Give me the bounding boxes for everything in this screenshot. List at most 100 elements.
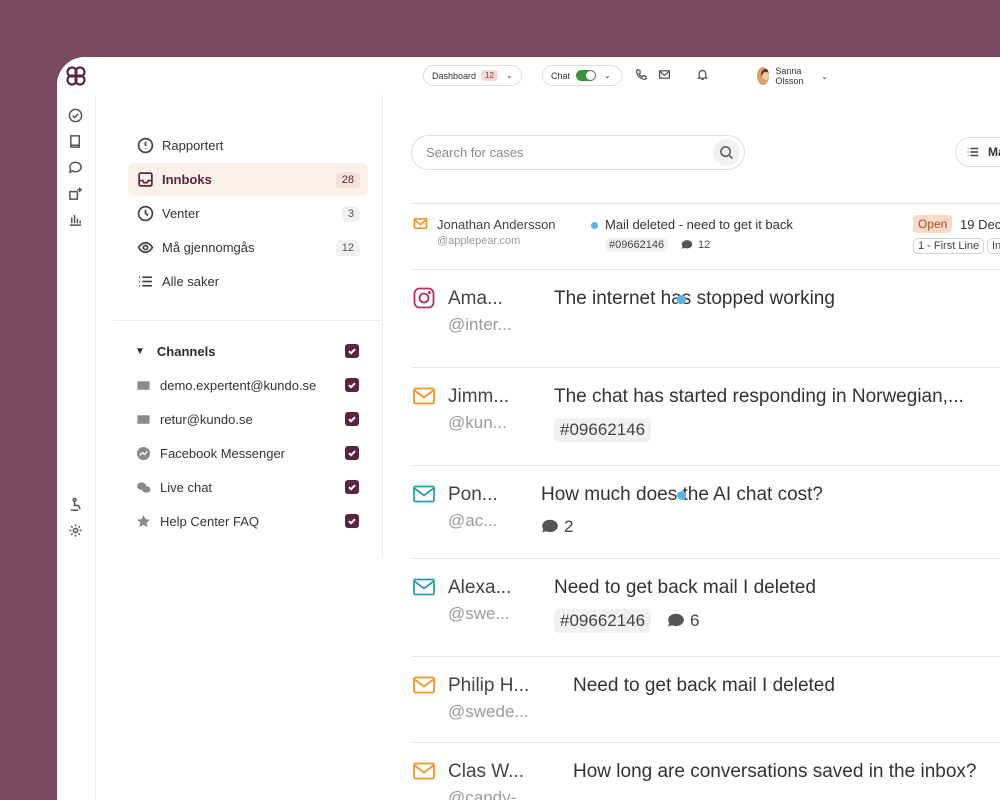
channel-checkbox[interactable] xyxy=(345,480,359,494)
instagram-icon xyxy=(412,286,436,315)
search-placeholder: Search for cases xyxy=(426,145,524,160)
channel-label: demo.expertent@kundo.se xyxy=(160,377,317,393)
count-badge: 3 xyxy=(341,205,360,222)
logo-icon[interactable] xyxy=(64,64,88,88)
list-icon xyxy=(136,273,154,291)
view-mode-button[interactable]: Ma xyxy=(955,137,1000,167)
table-row[interactable]: Philip H... @swede... Need to get back m… xyxy=(411,656,1000,742)
chevron-down-icon: ⌄ xyxy=(821,71,828,81)
contact-handle: @inter... xyxy=(448,315,512,334)
comment-count-value: 12 xyxy=(698,239,711,251)
channels-header[interactable]: ▼ Channels xyxy=(135,341,365,361)
app-window: Dashboard 12 ⌄ Chat ⌄ Sanna Olsson ⌄ Rap… xyxy=(57,57,1000,800)
contact-name: Clas W... xyxy=(448,761,525,782)
comment-icon xyxy=(542,519,558,533)
status-badge: Open xyxy=(913,215,953,233)
unread-dot xyxy=(677,491,686,500)
table-row[interactable]: Clas W... @candy-... How long are conver… xyxy=(411,742,1000,800)
channel-label: Help Center FAQ xyxy=(160,513,259,529)
bell-icon[interactable] xyxy=(696,68,710,82)
sidebar-item-label: Rapportert xyxy=(162,138,224,153)
channel-label: Facebook Messenger xyxy=(160,445,286,461)
chat-label: Chat xyxy=(551,70,571,81)
user-name: Sanna Olsson xyxy=(775,66,804,86)
case-subject: Mail deleted - need to get it back xyxy=(605,217,793,232)
comment-count-value: 6 xyxy=(690,611,700,630)
accessibility-icon[interactable] xyxy=(67,496,83,512)
contact-handle: @ac... xyxy=(448,511,498,530)
case-tag: #09662146 xyxy=(554,418,652,442)
queue-tag: 1 - First Line xyxy=(913,238,985,254)
left-rail xyxy=(57,57,95,800)
channels-label: Channels xyxy=(156,343,216,359)
channels-select-all-checkbox[interactable] xyxy=(345,344,359,358)
case-subject: Need to get back mail I deleted xyxy=(554,577,816,598)
table-row[interactable]: Pon... @ac... How much does the AI chat … xyxy=(411,465,1000,558)
add-widget-icon[interactable] xyxy=(67,185,83,201)
list-icon xyxy=(967,147,979,157)
dashboard-dropdown[interactable]: Dashboard 12 ⌄ xyxy=(423,65,522,86)
divider xyxy=(95,95,96,800)
sidebar-item-label: Venter xyxy=(162,206,200,221)
sidebar-item-venter[interactable]: Venter 3 xyxy=(128,197,368,230)
avatar xyxy=(757,67,770,85)
gear-icon[interactable] xyxy=(67,522,83,538)
queue-tag: In xyxy=(987,238,1000,254)
contact-name: Pon... xyxy=(448,484,498,505)
messenger-icon xyxy=(135,445,151,461)
case-subject: How long are conversations saved in the … xyxy=(573,761,977,782)
mail-icon[interactable] xyxy=(658,68,672,82)
comment-count: 12 xyxy=(681,239,710,251)
user-menu[interactable]: Sanna Olsson ⌄ xyxy=(757,66,828,86)
contact-handle: @applepear.com xyxy=(437,235,521,247)
table-row[interactable]: Alexa... @swe... Need to get back mail I… xyxy=(411,558,1000,656)
mail-icon xyxy=(412,384,436,413)
channel-item[interactable]: Help Center FAQ xyxy=(135,511,365,531)
chat-bubble-icon[interactable] xyxy=(67,159,83,175)
eye-icon xyxy=(136,239,154,257)
top-bar: Dashboard 12 ⌄ Chat ⌄ Sanna Olsson ⌄ xyxy=(95,57,828,95)
divider xyxy=(113,320,383,321)
table-row[interactable]: Jimm... @kun... The chat has started res… xyxy=(411,367,1000,465)
mail-icon xyxy=(413,216,428,236)
chat-toggle-switch[interactable] xyxy=(576,70,597,81)
sidebar-item-ma-gjennomgas[interactable]: Må gjennomgås 12 xyxy=(128,231,368,264)
channel-checkbox[interactable] xyxy=(345,378,359,392)
count-badge: 12 xyxy=(335,239,360,256)
channel-item[interactable]: demo.expertent@kundo.se xyxy=(135,375,365,395)
chat-toggle-control[interactable]: Chat ⌄ xyxy=(542,65,622,86)
case-subject: The chat has started responding in Norwe… xyxy=(554,386,964,407)
bar-chart-icon[interactable] xyxy=(67,211,83,227)
channel-label: retur@kundo.se xyxy=(160,411,253,427)
table-row[interactable]: Jonathan Andersson @applepear.com Mail d… xyxy=(411,203,1000,269)
check-circle-icon[interactable] xyxy=(67,107,83,123)
channel-checkbox[interactable] xyxy=(345,514,359,528)
contact-handle: @swede... xyxy=(448,702,529,721)
case-subject: Need to get back mail I deleted xyxy=(573,675,835,696)
phone-icon[interactable] xyxy=(635,68,649,82)
view-mode-label: Ma xyxy=(988,145,1000,159)
contact-handle: @candy-... xyxy=(448,788,531,800)
table-row[interactable]: Ama... @inter... The internet has stoppe… xyxy=(411,269,1000,367)
channel-item[interactable]: Facebook Messenger xyxy=(135,443,365,463)
comment-icon xyxy=(681,240,693,249)
channel-item[interactable]: Live chat xyxy=(135,477,365,497)
case-subject: The internet has stopped working xyxy=(554,288,835,309)
comment-count: 6 xyxy=(667,611,699,631)
sidebar-item-rapportert[interactable]: Rapportert xyxy=(128,129,368,162)
sidebar-item-alle-saker[interactable]: Alle saker xyxy=(128,265,368,298)
channel-checkbox[interactable] xyxy=(345,446,359,460)
chevron-down-icon: ⌄ xyxy=(604,71,611,80)
mail-icon xyxy=(412,482,436,511)
channel-item[interactable]: retur@kundo.se xyxy=(135,409,365,429)
channel-checkbox[interactable] xyxy=(345,412,359,426)
search-input[interactable]: Search for cases xyxy=(411,135,745,170)
sidebar-item-innboks[interactable]: Innboks 28 xyxy=(128,163,368,196)
case-tag: #09662146 xyxy=(605,238,669,252)
comment-count-value: 2 xyxy=(564,517,574,536)
mail-icon xyxy=(412,759,436,788)
search-icon[interactable] xyxy=(713,139,740,166)
book-icon[interactable] xyxy=(67,133,83,149)
live-chat-icon xyxy=(135,479,151,495)
sidebar-item-label: Må gjennomgås xyxy=(162,240,255,255)
